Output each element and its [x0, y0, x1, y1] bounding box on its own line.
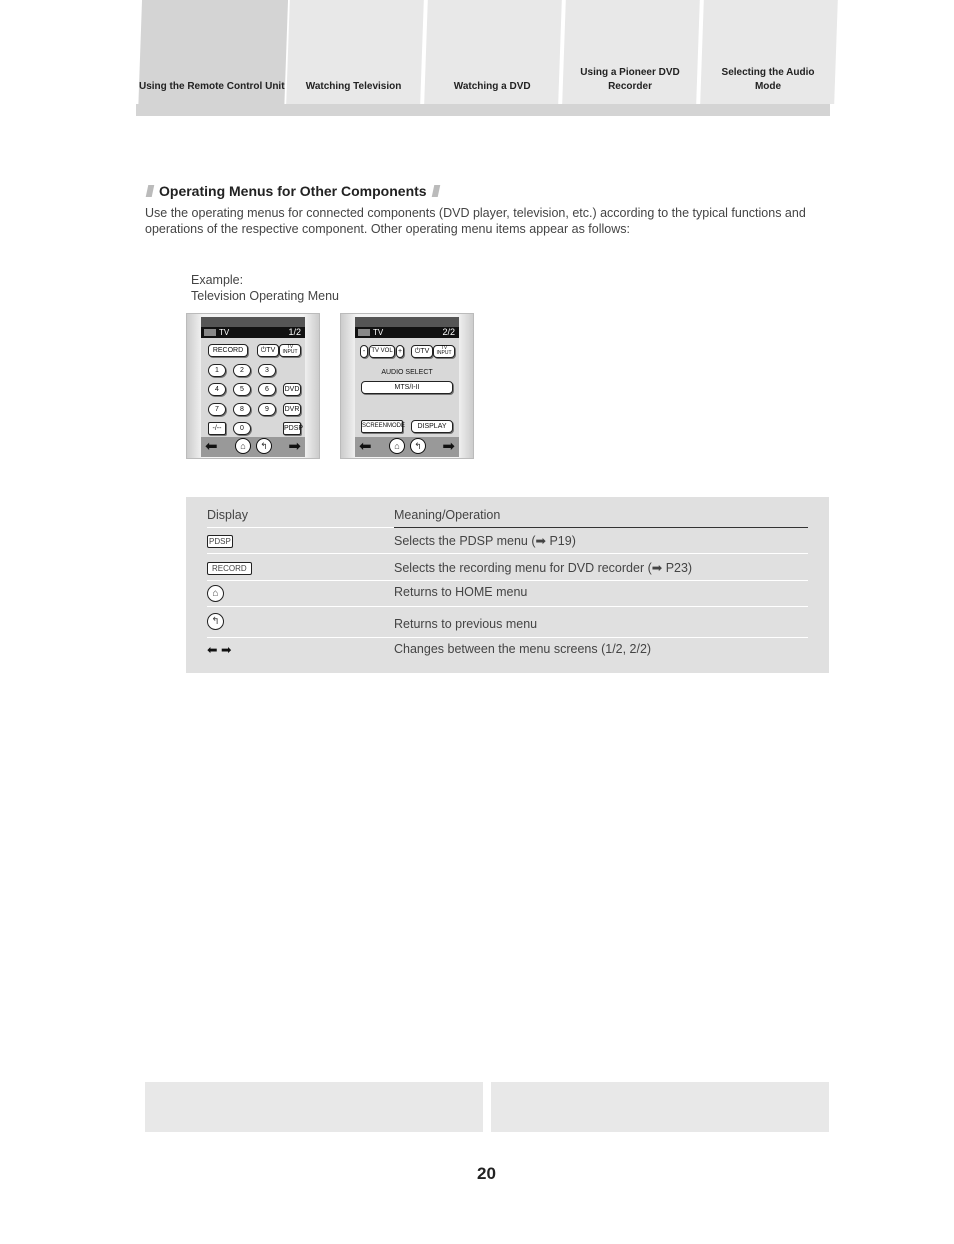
- heading-mark-icon: [431, 185, 440, 197]
- row-meaning: Selects the PDSP menu (➡ P19): [394, 534, 576, 548]
- volume-up-button[interactable]: +: [396, 345, 404, 358]
- table-row: ⌂ Returns to HOME menu: [207, 585, 808, 602]
- tv-input-button[interactable]: TV INPUT: [279, 344, 301, 357]
- header-display: Display: [207, 508, 248, 522]
- footer-nav-left[interactable]: [145, 1082, 483, 1132]
- dash-button[interactable]: -/--: [208, 422, 226, 435]
- screen-title-bar: TV 1/2: [201, 327, 305, 338]
- table-row: ⬅ ➡ Changes between the menu screens (1/2…: [207, 642, 808, 657]
- digit-5-button[interactable]: 5: [233, 383, 251, 396]
- header-meaning: Meaning/Operation: [394, 508, 501, 522]
- tab-label: Using the Remote Control Unit: [139, 81, 285, 92]
- screen-title-bar: TV 2/2: [355, 327, 459, 338]
- footer-nav-right[interactable]: [491, 1082, 829, 1132]
- digit-1-button[interactable]: 1: [208, 364, 226, 377]
- tv-power-button[interactable]: ⏻TV: [411, 345, 433, 358]
- volume-down-button[interactable]: -: [360, 345, 368, 358]
- arrow-left-icon[interactable]: ⬅: [359, 439, 372, 454]
- digit-8-button[interactable]: 8: [233, 403, 251, 416]
- table-row: PDSP Selects the PDSP menu (➡ P19): [207, 533, 808, 548]
- table-row: ↰ Returns to previous menu: [207, 613, 808, 631]
- digit-2-button[interactable]: 2: [233, 364, 251, 377]
- page-number: 20: [477, 1164, 496, 1183]
- arrow-right-icon[interactable]: ➡: [442, 439, 455, 454]
- home-icon[interactable]: ⌂: [235, 438, 251, 454]
- audio-select-label: AUDIO SELECT: [381, 369, 433, 376]
- section-title: Operating Menus for Other Components: [159, 183, 427, 199]
- digit-0-button[interactable]: 0: [233, 422, 251, 435]
- return-icon[interactable]: ↰: [410, 438, 426, 454]
- screen-mode-button[interactable]: SCREENMODE: [361, 420, 405, 433]
- home-icon[interactable]: ⌂: [389, 438, 405, 454]
- tv-volume-label: TV VOL: [369, 345, 395, 358]
- digit-4-button[interactable]: 4: [208, 383, 226, 396]
- mts-button[interactable]: MTS/I-II: [361, 381, 453, 394]
- section-heading: Operating Menus for Other Components: [145, 183, 445, 199]
- table-row: RECORD Selects the recording menu for DVD…: [207, 560, 808, 575]
- record-button[interactable]: RECORD: [208, 344, 248, 357]
- tab-watching-television[interactable]: Watching Television: [286, 0, 424, 104]
- tab-label: Selecting the Audio Mode: [721, 67, 815, 92]
- dvr-button[interactable]: DVR: [283, 403, 301, 416]
- tab-audio-mode[interactable]: Selecting the Audio Mode: [700, 0, 838, 104]
- page-indicator: 2/2: [442, 327, 455, 337]
- example-caption: Example: Television Operating Menu: [191, 272, 339, 304]
- example-title: Television Operating Menu: [191, 289, 339, 303]
- digit-9-button[interactable]: 9: [258, 403, 276, 416]
- row-meaning: Returns to HOME menu: [394, 585, 528, 599]
- return-icon: ↰: [207, 613, 224, 630]
- tab-watching-dvd[interactable]: Watching a DVD: [424, 0, 562, 104]
- pdsp-button[interactable]: PDSP: [283, 422, 303, 435]
- pdsp-button-icon: PDSP: [207, 535, 233, 548]
- arrow-left-icon[interactable]: ⬅: [205, 439, 218, 454]
- section-body: Use the operating menus for connected co…: [145, 206, 806, 236]
- record-button-icon: RECORD: [207, 562, 252, 575]
- tv-menu-screen-1: TV 1/2 RECORD ⏻TV TV INPUT 1 2 3 4 5 6 DV…: [186, 313, 320, 459]
- device-icon: [204, 329, 216, 336]
- page-arrows-icon: ⬅ ➡: [207, 643, 232, 657]
- table-header: Display Meaning/Operation: [207, 508, 808, 522]
- tv-menu-screen-2: TV 2/2 - TV VOL + ⏻TV TV INPUT AUDIO SELE…: [340, 313, 474, 459]
- device-icon: [358, 329, 370, 336]
- display-button[interactable]: DISPLAY: [411, 420, 453, 433]
- tv-power-button[interactable]: ⏻TV: [257, 344, 279, 357]
- row-meaning: Selects the recording menu for DVD recor…: [394, 561, 693, 575]
- digit-3-button[interactable]: 3: [258, 364, 276, 377]
- tab-using-remote[interactable]: Using the Remote Control Unit: [137, 0, 289, 116]
- menu-items-table: Display Meaning/Operation PDSP Selects the…: [186, 497, 829, 673]
- row-meaning: Changes between the menu screens (1/2, 2…: [394, 642, 652, 656]
- digit-6-button[interactable]: 6: [258, 383, 276, 396]
- dvd-button[interactable]: DVD: [283, 383, 301, 396]
- chapter-tabs: Using the Remote Control Unit Watching T…: [136, 0, 838, 116]
- screen-title: TV: [373, 328, 384, 337]
- tab-pioneer-dvd-recorder[interactable]: Using a Pioneer DVD Recorder: [562, 0, 700, 104]
- digit-7-button[interactable]: 7: [208, 403, 226, 416]
- tv-input-button[interactable]: TV INPUT: [433, 345, 455, 358]
- page-indicator: 1/2: [288, 327, 301, 337]
- return-icon[interactable]: ↰: [256, 438, 272, 454]
- tab-label: Using a Pioneer DVD Recorder: [580, 67, 680, 92]
- screen-title: TV: [219, 328, 230, 337]
- row-meaning: Returns to previous menu: [394, 617, 538, 631]
- arrow-right-icon[interactable]: ➡: [288, 439, 301, 454]
- tab-label: Watching a DVD: [453, 81, 531, 92]
- home-icon: ⌂: [207, 585, 224, 602]
- example-label: Example:: [191, 273, 244, 287]
- heading-mark-icon: [145, 185, 155, 197]
- tab-label: Watching Television: [305, 81, 402, 92]
